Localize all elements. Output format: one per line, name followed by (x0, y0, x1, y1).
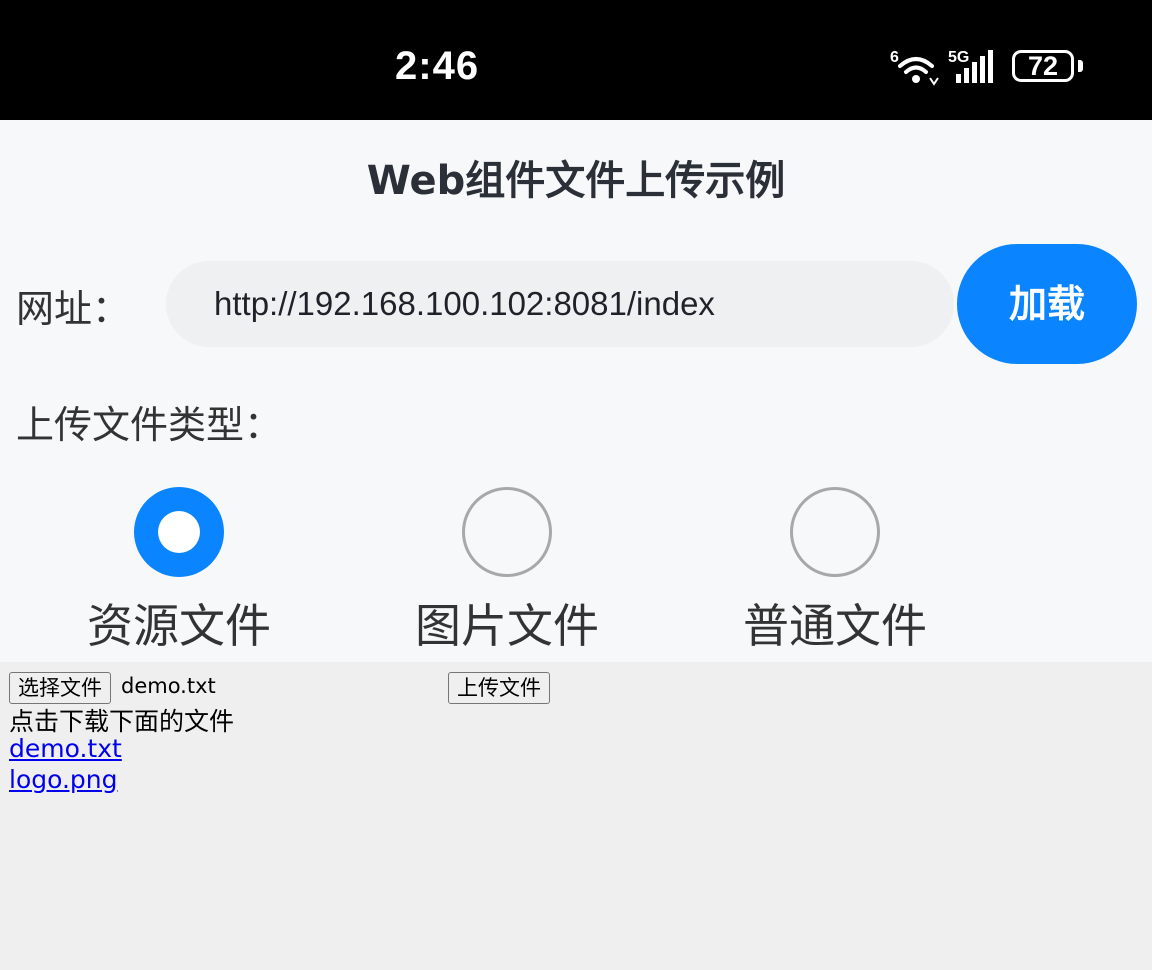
radio-resource-file[interactable] (134, 487, 224, 577)
radio-label-image-file[interactable]: 图片文件 (387, 590, 627, 656)
wifi-icon: 6 (890, 49, 939, 86)
network-type: 5G (948, 49, 969, 66)
radio-normal-file[interactable] (790, 487, 880, 577)
selected-file-name: demo.txt (121, 674, 216, 698)
signal-icon: 5G (948, 49, 993, 83)
radio-label-normal-file[interactable]: 普通文件 (715, 590, 955, 656)
battery-tip (1078, 60, 1083, 72)
page-title: Web组件文件上传示例 (366, 158, 786, 204)
battery-level: 72 (1027, 51, 1059, 81)
url-label: 网址： (16, 287, 131, 331)
battery-icon: 72 (1012, 50, 1074, 82)
download-link-demo-txt[interactable]: demo.txt (9, 734, 122, 763)
radio-label-resource-file[interactable]: 资源文件 (59, 590, 299, 656)
download-link-logo-png[interactable]: logo.png (9, 765, 118, 794)
app-content: Web组件文件上传示例 网址： http://192.168.100.102:8… (0, 120, 1152, 662)
url-input[interactable]: http://192.168.100.102:8081/index (166, 261, 954, 347)
load-button[interactable]: 加载 (957, 244, 1137, 364)
choose-file-button[interactable]: 选择文件 (9, 672, 111, 704)
download-instructions: 点击下载下面的文件 (9, 707, 235, 736)
wifi-badge: 6 (890, 49, 899, 66)
upload-type-label: 上传文件类型： (16, 403, 283, 447)
status-time: 2:46 (395, 44, 480, 88)
upload-file-button[interactable]: 上传文件 (448, 672, 550, 704)
web-view: 选择文件 demo.txt 上传文件 点击下载下面的文件 demo.txt lo… (0, 662, 1152, 970)
radio-image-file[interactable] (462, 487, 552, 577)
status-bar: 2:46 6 5G 72 (0, 0, 1152, 120)
